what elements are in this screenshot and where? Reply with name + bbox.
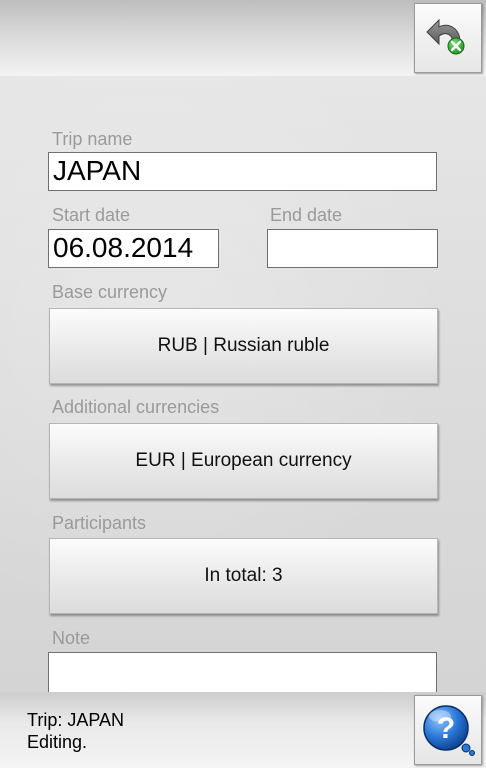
help-button[interactable]: ? xyxy=(414,695,482,765)
status-mode: Editing. xyxy=(27,732,88,752)
status-bar: Trip: JAPAN Editing. ? xyxy=(0,692,486,768)
note-input[interactable] xyxy=(48,652,437,692)
end-date-label: End date xyxy=(270,205,343,225)
participants-value: In total: 3 xyxy=(204,565,283,586)
base-currency-label: Base currency xyxy=(52,282,168,302)
trip-name-input[interactable]: JAPAN xyxy=(48,152,437,191)
base-currency-value: RUB | Russian ruble xyxy=(157,335,330,356)
status-trip: Trip: JAPAN xyxy=(27,710,125,730)
note-label: Note xyxy=(52,628,91,648)
additional-currencies-button[interactable]: EUR | European currency xyxy=(49,423,438,499)
top-toolbar xyxy=(0,0,486,76)
undo-button[interactable] xyxy=(414,3,482,73)
participants-label: Participants xyxy=(52,513,147,533)
help-question-icon: ? xyxy=(423,705,475,756)
start-date-label: Start date xyxy=(52,205,131,225)
svg-text:?: ? xyxy=(437,712,455,745)
participants-button[interactable]: In total: 3 xyxy=(49,538,438,614)
additional-currencies-value: EUR | European currency xyxy=(135,450,352,471)
additional-currencies-label: Additional currencies xyxy=(52,397,220,417)
end-date-input[interactable] xyxy=(267,229,438,268)
undo-with-green-x-icon xyxy=(426,18,465,55)
trip-form: Trip name JAPAN Start date 06.08.2014 En… xyxy=(0,76,486,692)
base-currency-button[interactable]: RUB | Russian ruble xyxy=(49,308,438,384)
trip-name-label: Trip name xyxy=(52,129,133,149)
start-date-input[interactable]: 06.08.2014 xyxy=(48,229,219,268)
